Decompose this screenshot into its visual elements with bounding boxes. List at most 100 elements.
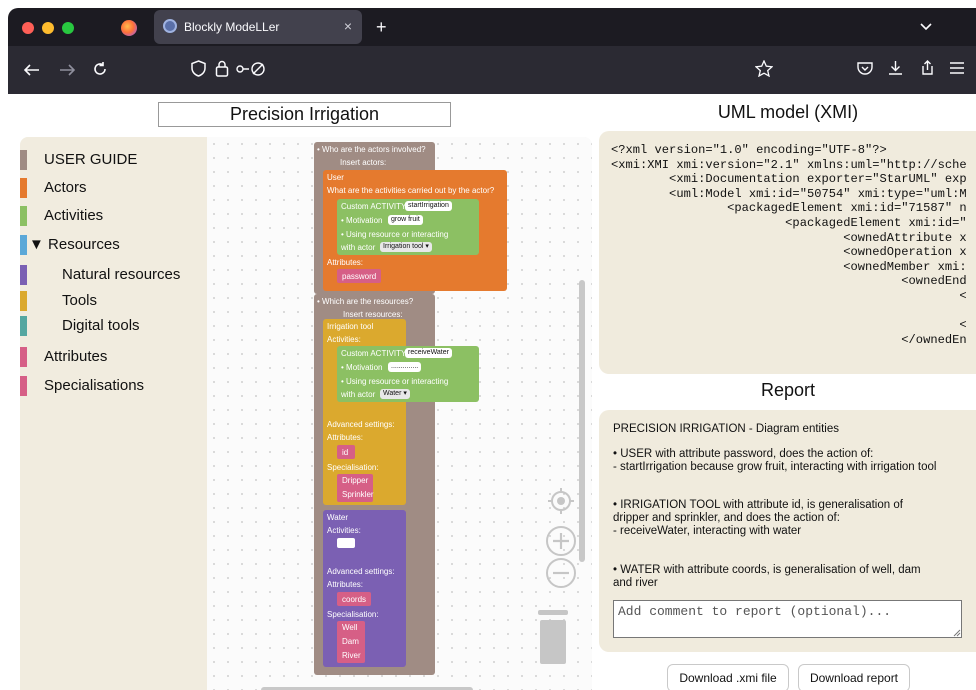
motivation-field[interactable]: grow fruit bbox=[388, 215, 423, 225]
reload-icon[interactable] bbox=[92, 61, 108, 77]
report-panel-title: Report bbox=[760, 380, 816, 400]
block-label: Specialisation: bbox=[327, 463, 379, 472]
toolbox-item-tools[interactable]: Tools bbox=[20, 290, 207, 312]
block-label: • Using resource or interacting bbox=[341, 377, 449, 386]
report-user-line: • USER with attribute password, does the… bbox=[613, 448, 874, 460]
close-tab-icon[interactable]: × bbox=[344, 18, 352, 34]
block-label: • Using resource or interacting bbox=[341, 230, 449, 239]
close-window-button[interactable] bbox=[22, 22, 34, 34]
category-swatch bbox=[20, 206, 27, 226]
activity-name-field[interactable]: receiveWater bbox=[405, 348, 452, 358]
toolbox-label: Actors bbox=[44, 179, 87, 196]
block-label: Activities: bbox=[327, 335, 361, 344]
block-label: Dam bbox=[342, 637, 359, 646]
toolbox-label: Natural resources bbox=[62, 266, 181, 283]
browser-window: Blockly ModeLLer × + Precision Irrigatio… bbox=[8, 8, 976, 690]
new-tab-icon[interactable]: + bbox=[376, 17, 387, 37]
lock-icon[interactable] bbox=[215, 60, 229, 77]
tab-title: Blockly ModeLLer bbox=[184, 20, 280, 34]
block-label: Water bbox=[327, 513, 349, 522]
workspace-grid[interactable]: • Who are the actors involved? Insert ac… bbox=[207, 137, 592, 690]
bookmark-star-icon[interactable] bbox=[755, 60, 773, 77]
toolbox: USER GUIDE Actors Activities ▼ Resources… bbox=[20, 137, 207, 690]
block-label: with actor bbox=[341, 243, 376, 252]
report-panel: PRECISION IRRIGATION - Diagram entities … bbox=[599, 410, 976, 652]
tab-blockly-modeller[interactable]: Blockly ModeLLer × bbox=[154, 10, 362, 44]
block-label: Custom ACTIVITY: bbox=[341, 202, 409, 211]
back-arrow-icon[interactable] bbox=[24, 64, 40, 76]
block-label: with actor bbox=[341, 390, 376, 399]
block-label: • Motivation bbox=[341, 216, 383, 225]
block-label: Attributes: bbox=[327, 433, 364, 442]
report-tool-line: • IRRIGATION TOOL with attribute id, is … bbox=[613, 499, 903, 511]
report-tool-line: dripper and sprinkler, and does the acti… bbox=[613, 512, 840, 524]
block-label: Attributes: bbox=[327, 258, 364, 267]
block-label: Insert actors: bbox=[340, 158, 387, 167]
download-icon[interactable] bbox=[888, 60, 903, 76]
globe-icon bbox=[163, 19, 177, 33]
category-swatch bbox=[20, 150, 27, 170]
category-swatch bbox=[20, 265, 27, 285]
report-user-line: - startIrrigation because grow fruit, in… bbox=[613, 461, 937, 473]
toolbox-label: USER GUIDE bbox=[44, 151, 138, 168]
block-label: Activities: bbox=[327, 526, 361, 535]
block-label: • Who are the actors involved? bbox=[317, 145, 426, 154]
pocket-icon[interactable] bbox=[857, 61, 873, 76]
blockly-workspace[interactable]: USER GUIDE Actors Activities ▼ Resources… bbox=[20, 137, 592, 690]
toolbox-item-specialisations[interactable]: Specialisations bbox=[20, 375, 207, 397]
category-swatch bbox=[20, 347, 27, 367]
block-label: Advanced settings: bbox=[327, 567, 395, 576]
block-label: Insert resources: bbox=[343, 310, 403, 319]
block-label: Well bbox=[342, 623, 358, 632]
toolbox-label: Specialisations bbox=[44, 377, 145, 394]
report-tool-line: - receiveWater, interacting with water bbox=[613, 525, 802, 537]
page-content: Precision Irrigation USER GUIDE Actors A… bbox=[8, 94, 976, 690]
shield-icon[interactable] bbox=[191, 60, 206, 77]
vertical-scrollbar[interactable] bbox=[579, 280, 585, 562]
recenter-icon[interactable] bbox=[547, 487, 575, 515]
menu-icon[interactable] bbox=[950, 62, 964, 74]
toolbox-label: Digital tools bbox=[62, 317, 140, 334]
block-label: coords bbox=[342, 595, 367, 604]
trash-icon[interactable] bbox=[534, 610, 572, 666]
xmi-panel-title: UML model (XMI) bbox=[717, 102, 859, 122]
block-label: Advanced settings: bbox=[327, 420, 395, 429]
download-xmi-button[interactable]: Download .xmi file bbox=[667, 664, 789, 690]
xmi-code: <?xml version="1.0" encoding="UTF-8"?> <… bbox=[611, 143, 967, 347]
toolbox-label: Tools bbox=[62, 292, 98, 309]
category-swatch bbox=[20, 316, 27, 336]
block-label: What are the activities carried out by t… bbox=[327, 186, 495, 195]
resize-handle-icon[interactable] bbox=[953, 629, 961, 637]
minimize-window-button[interactable] bbox=[42, 22, 54, 34]
actor-dropdown[interactable]: Irrigation tool ▾ bbox=[380, 242, 432, 252]
actor-dropdown[interactable]: Water ▾ bbox=[380, 389, 410, 399]
toolbox-item-user-guide[interactable]: USER GUIDE bbox=[20, 149, 207, 171]
firefox-icon[interactable] bbox=[121, 20, 137, 36]
toolbox-item-resources[interactable]: ▼ Resources bbox=[20, 234, 207, 256]
category-swatch bbox=[20, 291, 27, 311]
share-icon[interactable] bbox=[918, 60, 934, 76]
report-comment-textarea[interactable]: Add comment to report (optional)... bbox=[613, 600, 962, 638]
permissions-icon[interactable] bbox=[236, 61, 266, 77]
activity-name-field[interactable]: startIrrigation bbox=[405, 201, 452, 211]
block-label: Dripper bbox=[342, 476, 369, 485]
xmi-output[interactable]: <?xml version="1.0" encoding="UTF-8"?> <… bbox=[599, 131, 976, 374]
toolbox-item-digital-tools[interactable]: Digital tools bbox=[20, 315, 207, 337]
block-label: Custom ACTIVITY: bbox=[341, 349, 409, 358]
zoom-out-icon[interactable] bbox=[545, 557, 577, 589]
block-label: id bbox=[342, 448, 349, 457]
motivation-field[interactable]: .............. bbox=[388, 362, 422, 372]
download-report-button[interactable]: Download report bbox=[798, 664, 910, 690]
zoom-in-icon[interactable] bbox=[545, 525, 577, 557]
maximize-window-button[interactable] bbox=[62, 22, 74, 34]
empty-activity-slot[interactable] bbox=[337, 538, 355, 548]
forward-arrow-icon[interactable] bbox=[59, 64, 75, 76]
project-name-input[interactable]: Precision Irrigation bbox=[158, 102, 451, 127]
toolbox-item-natural-resources[interactable]: Natural resources bbox=[20, 264, 207, 286]
block-label: Sprinkler bbox=[342, 490, 374, 499]
toolbox-item-actors[interactable]: Actors bbox=[20, 177, 207, 199]
toolbox-item-attributes[interactable]: Attributes bbox=[20, 346, 207, 368]
tab-bar: Blockly ModeLLer × + bbox=[8, 8, 976, 46]
chevron-down-icon[interactable] bbox=[920, 23, 932, 31]
toolbox-item-activities[interactable]: Activities bbox=[20, 205, 207, 227]
